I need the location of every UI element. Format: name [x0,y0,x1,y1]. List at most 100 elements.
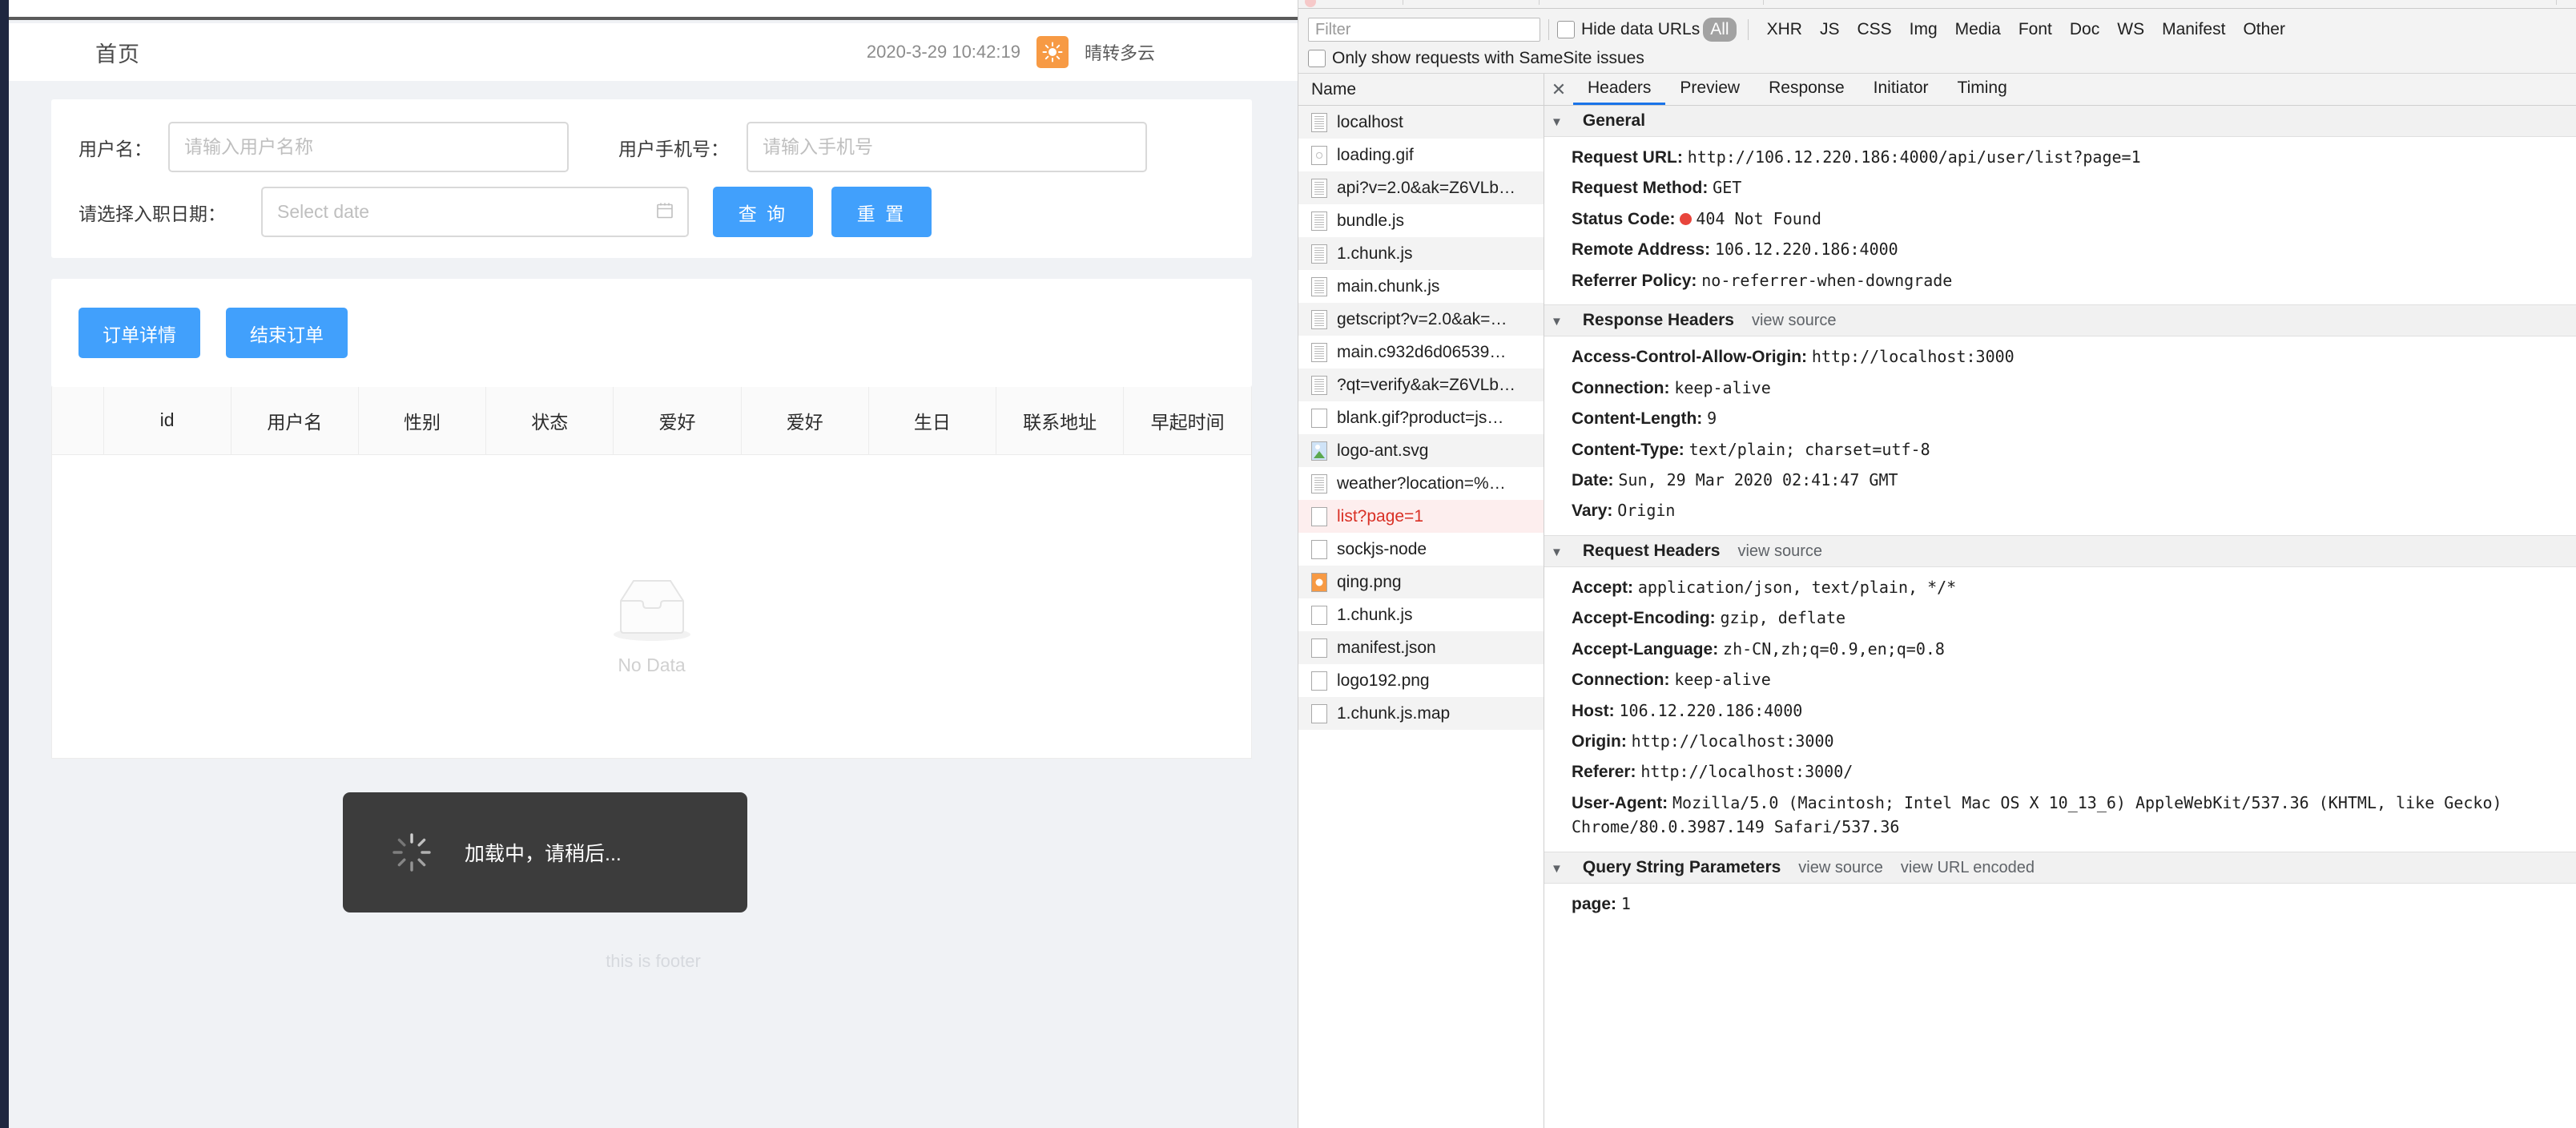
request-list-item[interactable]: 1.chunk.js [1298,237,1544,270]
tab-response[interactable]: Response [1754,74,1859,105]
username-input[interactable] [168,122,569,172]
header-value: 106.12.220.186:4000 [1619,700,1803,720]
tab-initiator[interactable]: Initiator [1859,74,1943,105]
headers-section-title[interactable]: ▼ General [1544,106,2576,137]
view-source-link[interactable]: view source [1798,859,1883,877]
request-name: loading.gif [1337,145,1414,164]
table-col-hobby-1: 爱好 [613,387,742,455]
request-list-item[interactable]: 1.chunk.js [1298,598,1544,631]
filter-divider-1 [1548,19,1549,40]
devtools-main: Name localhost loading.gif api?v=2.0&ak=Z6… [1298,74,2576,1128]
tab-preview[interactable]: Preview [1665,74,1754,105]
type-filter-css[interactable]: CSS [1849,18,1898,42]
document-icon [1311,178,1327,198]
request-list-item[interactable]: list?page=1 [1298,500,1544,533]
headers-section-title[interactable]: ▼ Request Headers view source [1544,535,2576,567]
hire-date-label: 请选择入职日期： [78,203,226,224]
type-filter-other[interactable]: Other [2236,18,2292,42]
header-key: Referer: [1572,763,1641,782]
reset-button[interactable]: 重 置 [831,187,932,237]
search-button[interactable]: 查 询 [713,187,813,237]
chevron-down-icon: ▼ [1551,861,1563,876]
header-key: Access-Control-Allow-Origin: [1572,348,1812,367]
header-key: Content-Type: [1572,440,1689,459]
sidebar-rail [0,0,9,1128]
document-icon [1311,276,1327,296]
header-value: Mozilla/5.0 (Macintosh; Intel Mac OS X 1… [1572,792,2502,837]
headers-panel: ▼ General Request URL: http://106.12.220.1… [1544,106,2576,1128]
header-key: Content-Length: [1572,409,1708,429]
type-filter-ws[interactable]: WS [2110,18,2151,42]
phone-label: 用户手机号： [618,138,729,159]
header-key: Origin: [1572,732,1632,751]
request-list-item[interactable]: logo-ant.svg [1298,434,1544,467]
headers-section: ▼ Response Headers view source Access-Contr… [1544,304,2576,535]
devtools-toolbar-stub [1298,0,2576,9]
request-list-item[interactable]: main.chunk.js [1298,270,1544,303]
header-row: Referrer Policy: no-referrer-when-downgr… [1544,266,2576,296]
close-icon[interactable]: ✕ [1544,74,1573,105]
request-list-item[interactable]: bundle.js [1298,204,1544,237]
samesite-issues-checkbox[interactable] [1308,50,1326,67]
request-list-item[interactable]: 1.chunk.js.map [1298,697,1544,730]
end-order-button[interactable]: 结束订单 [226,308,348,358]
request-list[interactable]: localhost loading.gif api?v=2.0&ak=Z6VLb… b… [1298,106,1544,1128]
header-right-group: 2020-3-29 10:42:19 晴转多云 [867,36,1155,68]
view-url-encoded-link[interactable]: view URL encoded [1901,859,2035,877]
request-list-item[interactable]: sockjs-node [1298,533,1544,566]
headers-rows: Request URL: http://106.12.220.186:4000/… [1544,137,2576,304]
loading-toast: 加载中，请稍后... [343,792,747,912]
header-key: Connection: [1572,671,1675,690]
table-col-username: 用户名 [231,387,359,455]
filter-input[interactable] [1308,18,1540,42]
username-label: 用户名： [78,138,152,159]
request-list-item[interactable]: getscript?v=2.0&ak=… [1298,303,1544,336]
request-name: list?page=1 [1337,506,1424,526]
header-value: http://localhost:3000 [1631,731,1834,751]
loading-toast-text: 加载中，请稍后... [465,843,622,865]
request-list-item[interactable]: localhost [1298,106,1544,139]
header-key: Host: [1572,701,1620,720]
tab-timing[interactable]: Timing [1943,74,2022,105]
header-value: no-referrer-when-downgrade [1701,270,1953,290]
type-filter-font[interactable]: Font [2011,18,2059,42]
type-filter-xhr[interactable]: XHR [1760,18,1809,42]
order-detail-button[interactable]: 订单详情 [78,308,200,358]
samesite-issues-label: Only show requests with SameSite issues [1332,49,1644,67]
hide-data-urls-checkbox[interactable] [1557,21,1575,38]
request-list-item[interactable]: manifest.json [1298,631,1544,664]
date-picker[interactable] [261,187,689,237]
request-list-item[interactable]: loading.gif [1298,139,1544,171]
tab-headers[interactable]: Headers [1573,74,1666,105]
toolbar-separator-3 [1763,0,1764,5]
header-value: Origin [1617,501,1676,521]
headers-section-title[interactable]: ▼ Query String Parameters view source view … [1544,852,2576,884]
type-filter-doc[interactable]: Doc [2063,18,2107,42]
request-list-item[interactable]: main.c932d6d06539… [1298,336,1544,369]
headers-rows: Access-Control-Allow-Origin: http://loca… [1544,336,2576,535]
phone-input[interactable] [747,122,1147,172]
image-icon [1311,441,1327,461]
request-list-item[interactable]: logo192.png [1298,664,1544,697]
request-list-item[interactable]: api?v=2.0&ak=Z6VLb… [1298,171,1544,204]
devtools-filter-bar: Hide data URLs All XHR JS CSS Img Media … [1298,9,2576,74]
type-filter-all[interactable]: All [1703,18,1737,42]
request-list-item[interactable]: blank.gif?product=js… [1298,401,1544,434]
request-list-item[interactable]: weather?location=%… [1298,467,1544,500]
type-filter-img[interactable]: Img [1902,18,1945,42]
record-icon[interactable] [1305,0,1316,7]
request-list-column-header[interactable]: Name [1298,74,1544,106]
headers-section-title[interactable]: ▼ Response Headers view source [1544,305,2576,337]
type-filter-manifest[interactable]: Manifest [2155,18,2232,42]
view-source-link[interactable]: view source [1737,542,1822,561]
view-source-link[interactable]: view source [1752,312,1837,330]
type-filter-media[interactable]: Media [1948,18,2008,42]
request-list-item[interactable]: ?qt=verify&ak=Z6VLb… [1298,369,1544,401]
header-value: zh-CN,zh;q=0.9,en;q=0.8 [1723,639,1945,659]
request-name: logo-ant.svg [1337,441,1429,460]
type-filter-js[interactable]: JS [1813,18,1847,42]
request-list-item[interactable]: qing.png [1298,566,1544,598]
header-value: 9 [1707,409,1717,429]
hire-date-input[interactable] [261,187,689,237]
request-name: 1.chunk.js.map [1337,703,1451,723]
